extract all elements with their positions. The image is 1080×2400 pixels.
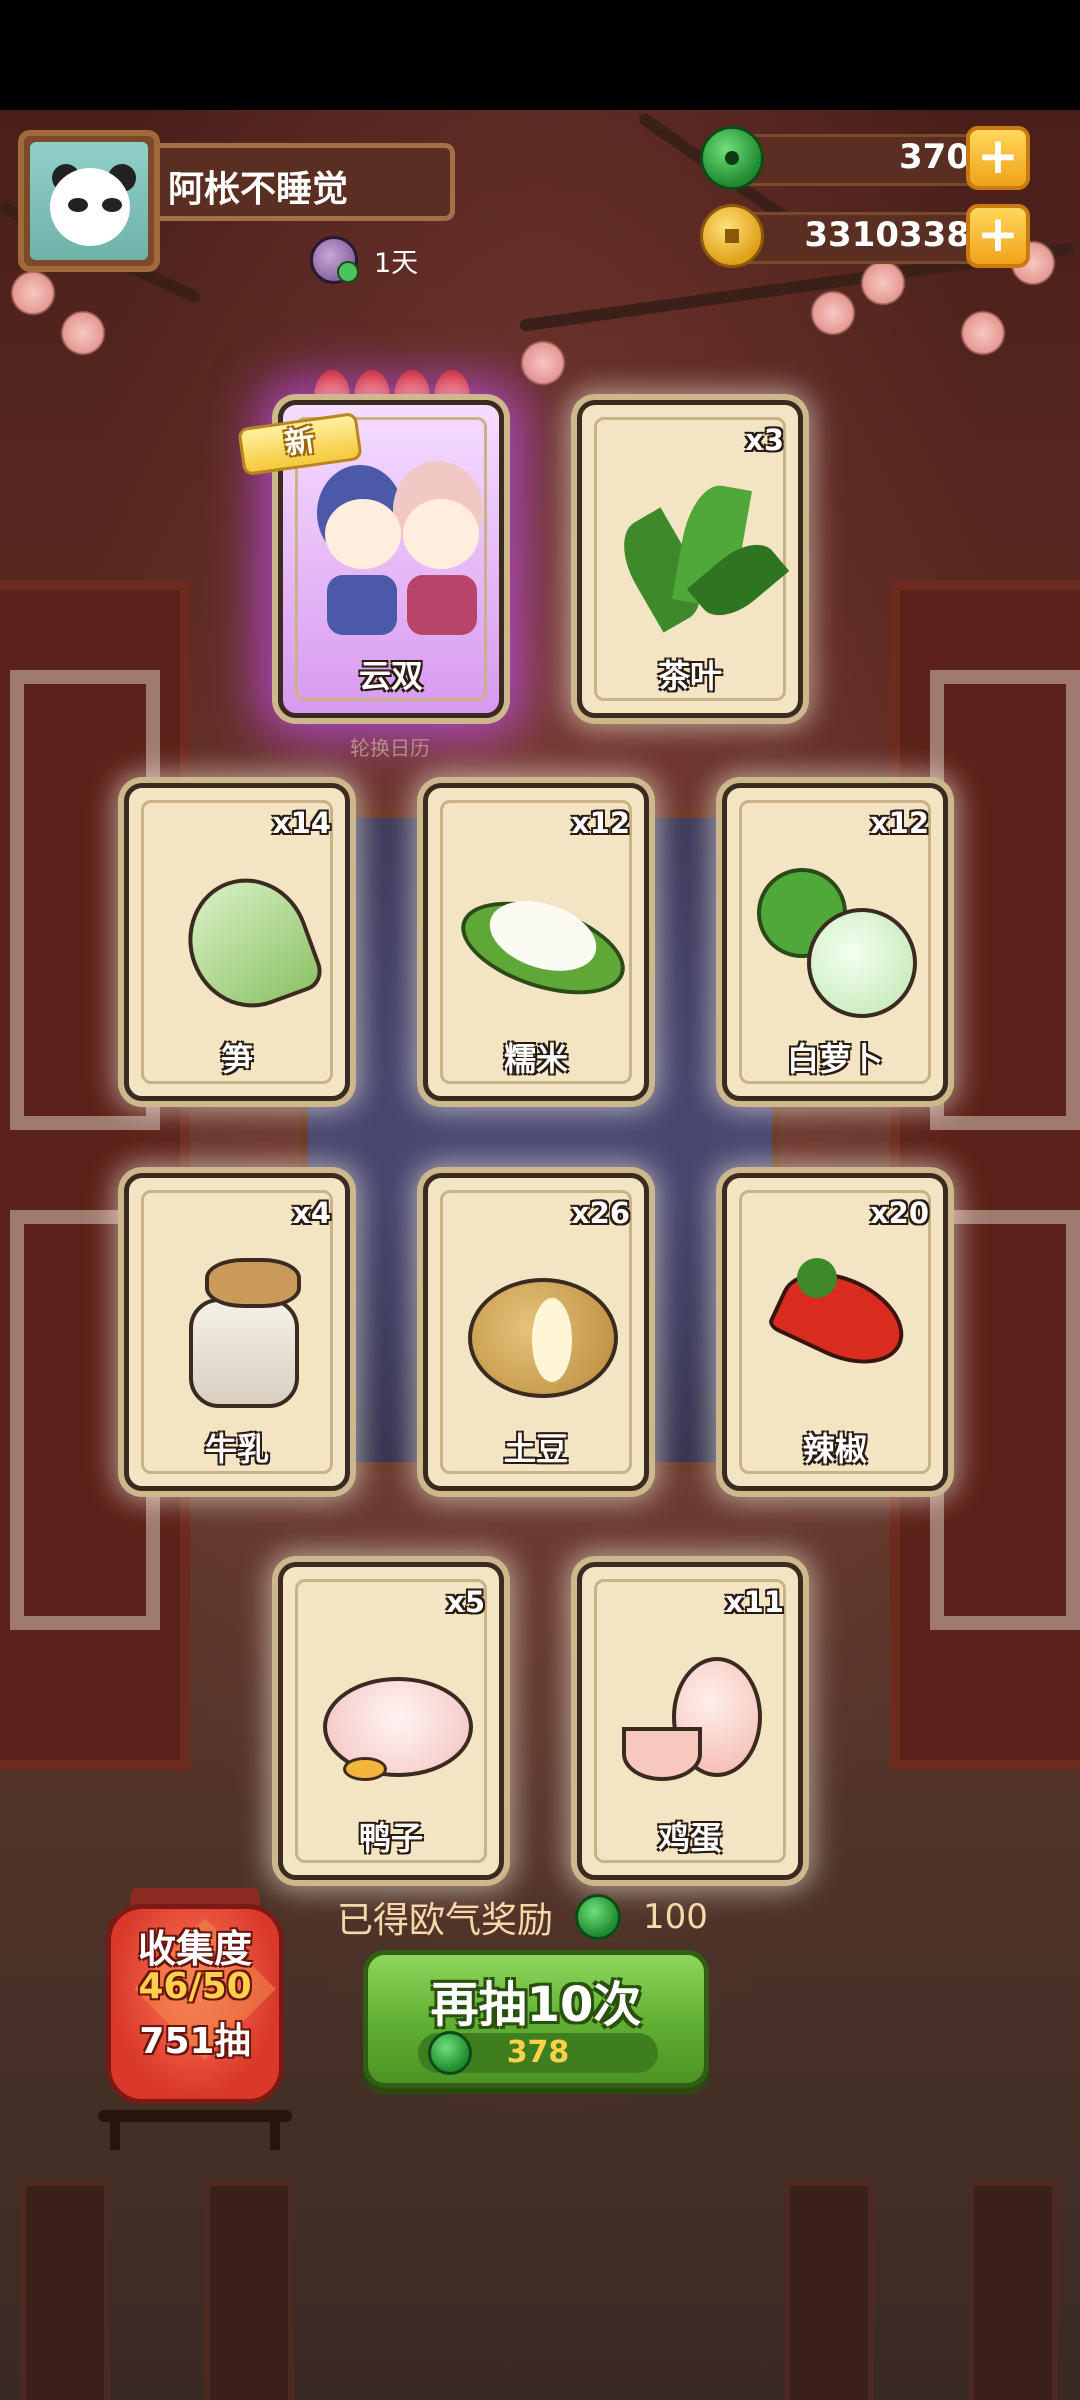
card-glutinous-rice[interactable]: x12 糯米: [423, 783, 649, 1101]
background-calendar-label: 轮换日历: [350, 736, 430, 760]
card-quantity: x3: [745, 423, 784, 457]
card-name: 白萝卜: [786, 1040, 883, 1078]
tea-leaf-icon: [602, 455, 790, 645]
player-avatar[interactable]: [18, 130, 160, 272]
add-jade-button[interactable]: +: [966, 126, 1030, 190]
card-name: 辣椒: [802, 1430, 867, 1468]
gold-amount: 3310338: [804, 215, 970, 255]
card-name: 云双: [358, 657, 423, 695]
draw-button-label: 再抽10次: [430, 1977, 642, 2033]
card-quantity: x11: [724, 1585, 784, 1619]
card-chili[interactable]: x20 辣椒: [722, 1173, 948, 1491]
jade-coin-icon: [575, 1894, 622, 1940]
collection-lantern[interactable]: [100, 1888, 290, 2118]
card-name: 鸡蛋: [657, 1819, 722, 1857]
card-name: 牛乳: [204, 1430, 269, 1468]
card-egg[interactable]: x11 鸡蛋: [577, 1562, 803, 1880]
duck-icon: [303, 1617, 479, 1807]
card-quantity: x26: [570, 1196, 630, 1230]
milk-jar-icon: [149, 1228, 325, 1418]
character-badge-icon: [310, 236, 359, 284]
chili-icon: [747, 1228, 923, 1418]
card-name: 糯米: [503, 1040, 568, 1078]
gold-coin-icon: [700, 204, 764, 268]
card-white-radish[interactable]: x12 白萝卜: [722, 783, 948, 1101]
white-radish-icon: [747, 838, 923, 1028]
potato-icon: [448, 1228, 624, 1418]
jade-amount: 370: [899, 137, 970, 177]
player-name: 阿枨不睡觉: [168, 169, 349, 210]
card-name: 笋: [220, 1040, 253, 1078]
reward-value: 100: [643, 1897, 708, 1937]
card-name: 鸭子: [358, 1819, 423, 1857]
card-quantity: x5: [446, 1585, 485, 1619]
jade-coin-icon: [700, 126, 764, 190]
days-text: 1天: [374, 247, 419, 279]
player-name-plate: 阿枨不睡觉: [160, 143, 455, 221]
draw-cost-value: 378: [506, 2035, 570, 2070]
card-quantity: x12: [869, 806, 929, 840]
character-art: [303, 455, 483, 645]
glutinous-rice-icon: [448, 838, 637, 1028]
card-bamboo-shoot[interactable]: x14 笋: [124, 783, 350, 1101]
card-milk[interactable]: x4 牛乳: [124, 1173, 350, 1491]
card-quantity: x12: [570, 806, 630, 840]
login-days[interactable]: 1天: [310, 232, 418, 288]
card-name: 土豆: [503, 1430, 568, 1468]
reward-label: 已得欧气奖励: [337, 1900, 554, 1941]
draw-cost: 378: [418, 2031, 658, 2075]
jade-currency: 370 +: [700, 126, 1030, 190]
card-quantity: x20: [869, 1196, 929, 1230]
bamboo-shoot-icon: [149, 838, 328, 1028]
card-duck[interactable]: x5 鸭子: [278, 1562, 504, 1880]
add-gold-button[interactable]: +: [966, 204, 1030, 268]
card-potato[interactable]: x26 土豆: [423, 1173, 649, 1491]
lantern-stand: [98, 2110, 292, 2122]
card-quantity: x4: [292, 1196, 331, 1230]
card-tea-leaf[interactable]: x3 茶叶: [577, 400, 803, 718]
draw-10-button[interactable]: 再抽10次 378: [363, 1950, 709, 2088]
card-name: 茶叶: [657, 657, 722, 695]
gold-currency: 3310338 +: [700, 204, 1030, 268]
card-quantity: x14: [271, 806, 331, 840]
egg-icon: [602, 1617, 778, 1807]
luck-reward-row: 已得欧气奖励 100: [337, 1888, 708, 1946]
